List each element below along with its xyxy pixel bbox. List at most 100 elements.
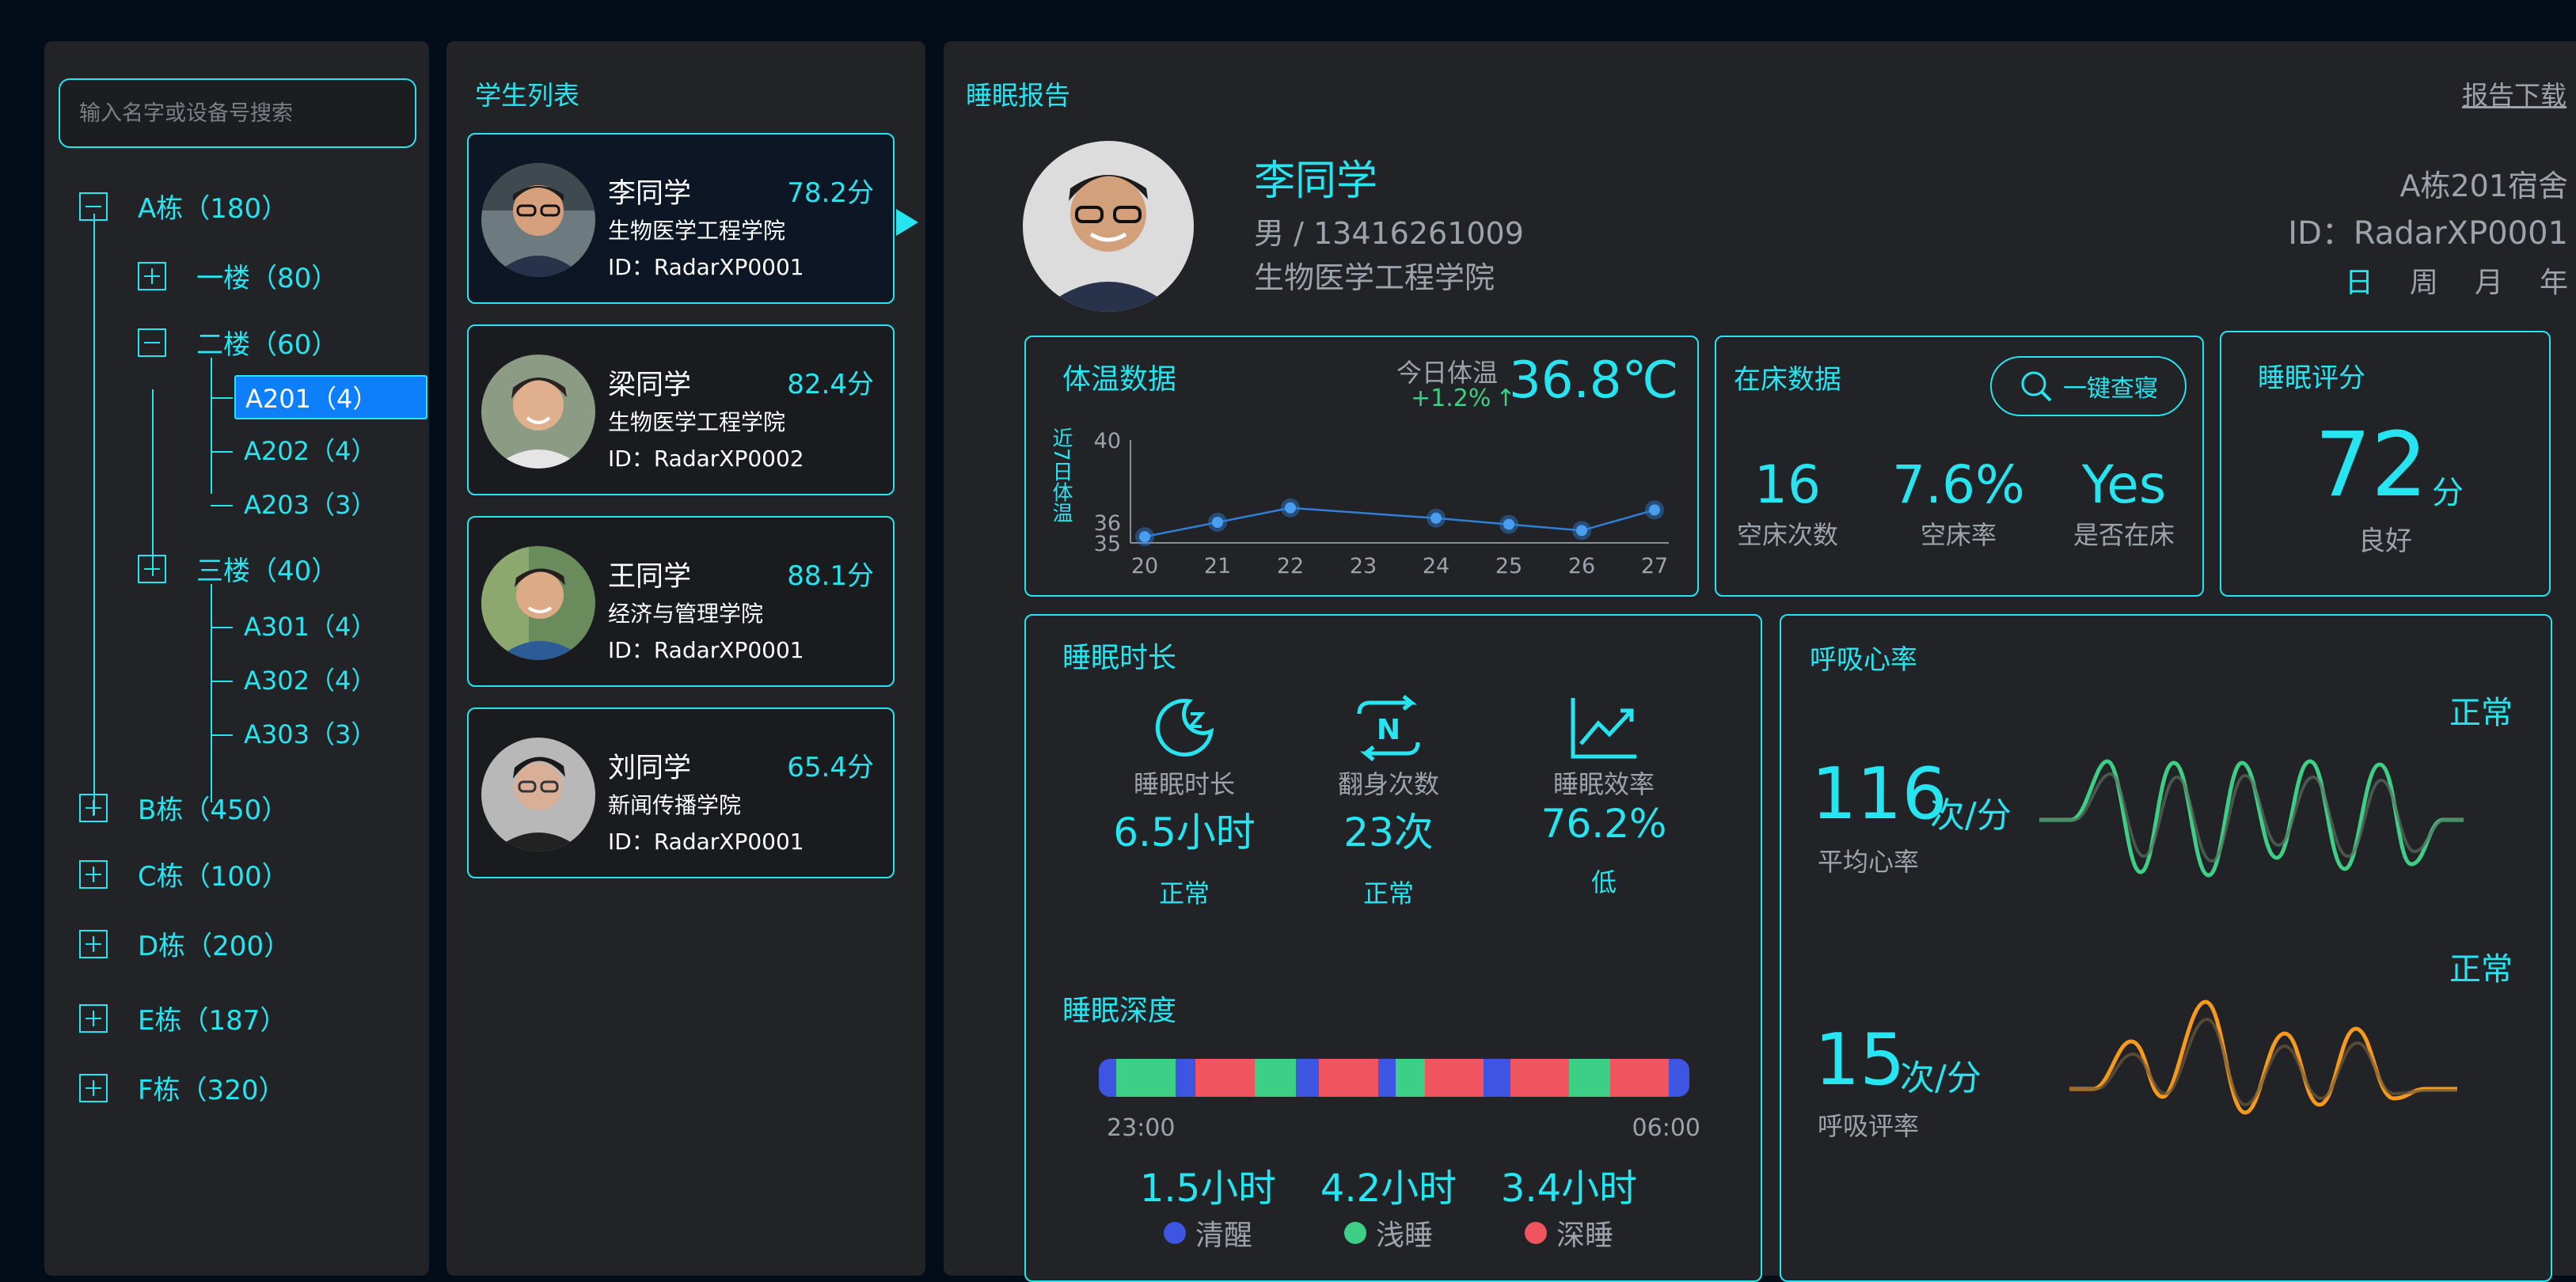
tree-building-c[interactable]: C栋（100） [79,855,289,893]
trend-icon [1571,698,1636,759]
breath-rate-unit: 次/分 [1900,1058,1981,1098]
depth-total-light: 4.2小时 浅睡 [1309,1157,1468,1254]
tree-floor-1[interactable]: 一楼（80） [138,256,338,295]
breath-rate-label: 呼吸评率 [1818,1111,1920,1141]
report-title: 睡眠报告 [966,80,1070,111]
tree-room-a203[interactable]: A203（3） [234,483,376,527]
temperature-point [1576,525,1587,537]
heart-rate-unit: 次/分 [1930,795,2012,836]
metric-label: 睡眠效率 [1552,769,1655,799]
depth-start-time: 23:00 [1107,1114,1176,1142]
expand-icon[interactable] [79,859,108,889]
tree-floor-2[interactable]: 二楼（60） [138,323,338,362]
turn-icon: N [1357,695,1420,761]
stat-value: 7.6% [1892,454,2025,515]
tree-room-a202[interactable]: A202（4） [234,429,376,473]
depth-segment-awake [1377,1059,1396,1097]
legend-label: 浅睡 [1375,1219,1433,1252]
today-temp-value: 36.8℃ [1509,351,1679,410]
student-id: ID：RadarXP0001 [608,637,804,663]
tab-year[interactable]: 年 [2540,260,2568,301]
heart-wave-chart [2039,759,2464,878]
depth-total-value: 1.5小时 [1139,1166,1277,1211]
x-tick-label: 23 [1350,554,1377,578]
tab-week[interactable]: 周 [2410,260,2438,301]
tree-building-b[interactable]: B栋（450） [79,788,288,827]
expand-icon[interactable] [79,1003,108,1033]
svg-text:N: N [1377,714,1400,746]
student-college: 新闻传播学院 [608,792,742,818]
metric-status: 正常 [1158,878,1210,908]
tree-connector [211,734,233,736]
student-card[interactable]: 刘同学 65.4分 新闻传播学院 ID：RadarXP0001 [467,707,895,878]
tree-floor-3[interactable]: 三楼（40） [138,549,338,588]
tree-room-a201[interactable]: A201（4） [234,375,427,419]
depth-total-value: 3.4小时 [1500,1166,1638,1211]
student-card[interactable]: 王同学 88.1分 经济与管理学院 ID：RadarXP0001 [467,516,895,687]
stat-label: 空床次数 [1736,520,1838,550]
profile-college: 生物医学工程学院 [1254,260,1495,295]
heart-rate-label: 平均心率 [1818,847,1920,877]
tree-room-a302[interactable]: A302（4） [234,658,376,703]
student-score: 78.2分 [787,177,874,209]
student-card[interactable]: 李同学 78.2分 生物医学工程学院 ID：RadarXP0001 [467,133,895,304]
metric-status: 正常 [1362,878,1414,908]
tree-connector [211,451,233,453]
breath-status: 正常 [2449,951,2513,988]
tree-connector [211,584,212,802]
depth-segment-deep [1195,1059,1255,1097]
expand-icon[interactable] [79,929,108,958]
profile-name: 李同学 [1254,157,1378,205]
expand-icon[interactable] [79,1073,108,1102]
collapse-icon[interactable] [138,554,166,583]
x-tick-label: 25 [1495,554,1522,578]
tree-connector [211,397,233,399]
stat-value: Yes [2081,454,2167,515]
sleep-score-card: 睡眠评分 72 分 良好 [2220,331,2551,597]
efficiency-metric: 睡眠效率 76.2% 低 [1517,695,1691,899]
tab-month[interactable]: 月 [2475,260,2503,301]
tree-building-a[interactable]: A栋（180） [79,187,288,226]
check-dorm-button[interactable]: 一键查寝 [1990,356,2187,416]
report-download-link[interactable]: 报告下载 [2462,74,2567,112]
tree-connector [211,505,233,506]
search-input[interactable] [59,78,416,148]
tab-day[interactable]: 日 [2345,260,2373,301]
legend-dot-icon [1524,1222,1547,1244]
tree-connector [93,214,95,815]
vitals-card: 呼吸心率 正常 116 次/分 平均心率 正常 15 次/分 呼吸评率 [1780,614,2552,1282]
collapse-icon[interactable] [138,328,166,357]
metric-label: 睡眠时长 [1133,769,1235,799]
student-name: 李同学 [608,178,692,210]
metric-value: 6.5小时 [1113,810,1256,855]
avatar [481,546,595,660]
heart-rate-value: 116 [1811,753,1947,836]
tree-connector [211,627,233,628]
breath-wave-chart [2069,999,2457,1115]
temperature-point [1139,531,1150,543]
depth-segment-deep [1609,1059,1670,1097]
tree-building-d[interactable]: D栋（200） [79,924,291,963]
collapse-icon[interactable] [79,192,108,221]
selection-pointer-icon [896,209,918,236]
student-score: 82.4分 [787,369,874,400]
student-name: 梁同学 [608,370,692,401]
tree-node-label: C栋（100） [138,861,289,893]
student-card[interactable]: 梁同学 82.4分 生物医学工程学院 ID：RadarXP0002 [467,324,895,495]
stat-value: 16 [1754,454,1821,515]
depth-segment-light [1395,1059,1425,1097]
y-axis-label: 近7日体温 [1049,427,1073,523]
depth-segment-awake [1099,1059,1117,1097]
moon-icon [1155,699,1214,757]
tree-node-label: 一楼（80） [196,263,339,294]
depth-end-time: 06:00 [1632,1114,1700,1142]
sleep-duration-card: 睡眠时长 睡眠时长 6.5小时 正常 N 翻身次数 23次 正常 睡眠效率 76… [1024,614,1762,1282]
expand-icon[interactable] [138,261,166,290]
expand-icon[interactable] [79,793,108,822]
tree-node-label: B栋（450） [138,795,289,826]
tree-building-f[interactable]: F栋（320） [79,1068,285,1107]
tree-room-a303[interactable]: A303（3） [234,712,376,757]
tree-room-a301[interactable]: A301（4） [234,605,376,649]
check-dorm-label: 一键查寝 [2063,375,2158,403]
tree-building-e[interactable]: E栋（187） [79,999,287,1037]
